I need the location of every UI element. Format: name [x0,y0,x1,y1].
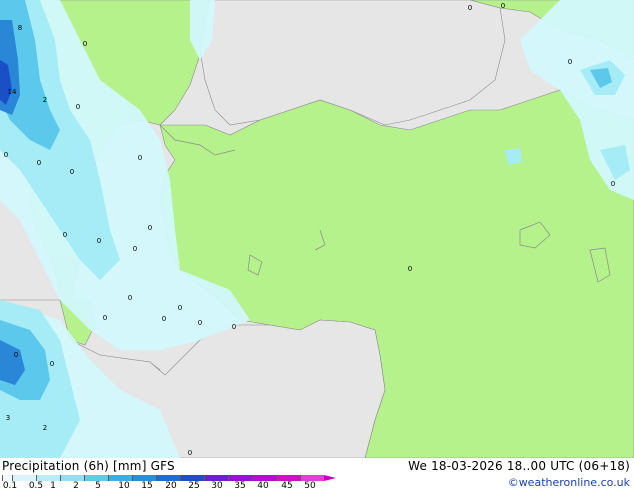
grid-value-label: 0 [133,245,137,253]
grid-value-label: 14 [8,88,17,96]
grid-value-label: 2 [43,96,47,104]
precipitation-map: 8142000000000 0 000 0000032000000 [0,0,634,458]
legend-footer: Precipitation (6h) [mm] GFS We 18-03-202… [0,458,634,491]
grid-value-label: 0 [37,159,41,167]
grid-value-label: 0 [97,237,101,245]
color-scale-swatch [60,475,84,481]
grid-value-label: 0 [128,294,132,302]
grid-value-label: 0 [70,168,74,176]
grid-value-label: 8 [18,24,22,32]
grid-value-label: 0 [232,323,236,331]
grid-value-label: 0 [138,154,142,162]
grid-value-label: 2 [43,424,47,432]
grid-value-label: 0 [188,449,192,457]
grid-value-label: 0 [611,180,615,188]
grid-value-label: 0 [14,351,18,359]
grid-value-label: 0 [468,4,472,12]
grid-value-label: 0 [408,265,412,273]
grid-value-label: 0 [4,151,8,159]
grid-value-label: 0 [63,231,67,239]
grid-value-label: 0 [83,40,87,48]
grid-value-label: 0 [162,315,166,323]
grid-value-label: 0 [198,319,202,327]
grid-value-label: 0 [501,2,505,10]
grid-value-label: 0 [76,103,80,111]
grid-value-label: 0 [178,304,182,312]
valid-datetime: We 18-03-2026 18..00 UTC (06+18) [408,459,630,473]
grid-value-label: 0 [148,224,152,232]
grid-value-label: 0 [568,58,572,66]
weather-map-panel: 8 14 2 0 0 0 0 0 0 0 0 0 0 0 0 0 0 0 0 0 0 3 2 0 0 0 0 0 0 Precipita… [0,0,634,491]
grid-value-label: 0 [50,360,54,368]
credit-link[interactable]: ©weatheronline.co.uk [508,476,630,490]
color-scale-arrow [324,475,336,481]
map-title: Precipitation (6h) [mm] GFS [2,459,175,473]
grid-value-label: 0 [103,314,107,322]
grid-value-label: 3 [6,414,10,422]
